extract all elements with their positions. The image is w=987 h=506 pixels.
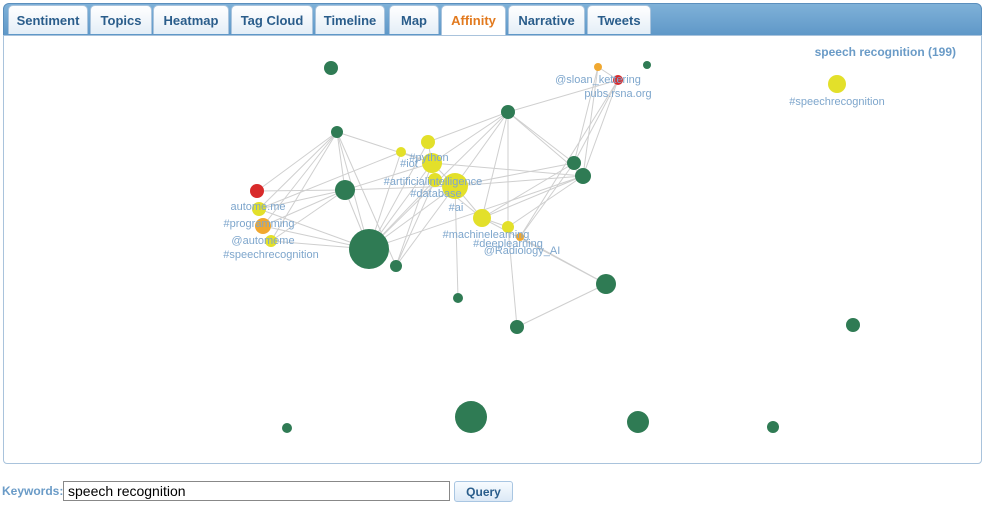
node-label: #iot: [400, 158, 418, 170]
tab-topics[interactable]: Topics: [90, 5, 152, 34]
node-label: #ai: [449, 202, 464, 214]
tab-tweets[interactable]: Tweets: [587, 5, 651, 34]
node-label: #programming: [224, 218, 295, 230]
keywords-label: Keywords:: [2, 484, 64, 498]
query-button[interactable]: Query: [454, 481, 513, 502]
graph-edge: [507, 111, 575, 164]
graph-node[interactable]: [627, 411, 649, 433]
tab-sentiment[interactable]: Sentiment: [8, 5, 88, 34]
graph-node[interactable]: [324, 61, 338, 75]
graph-title: speech recognition (199): [815, 45, 956, 59]
affinity-panel: @sloan_kettering pubs.rsna.org #speechreco…: [3, 35, 982, 464]
node-label: @Radiology_AI: [484, 245, 561, 257]
graph-node[interactable]: [349, 229, 389, 269]
node-label: #database: [410, 188, 461, 200]
graph-edge: [427, 111, 509, 143]
node-label: @automeme: [231, 235, 294, 247]
tab-affinity[interactable]: Affinity: [441, 5, 506, 35]
node-label: @sloan_kettering: [555, 74, 641, 86]
graph-edge: [258, 131, 338, 210]
graph-node[interactable]: [421, 135, 435, 149]
tab-tag-cloud[interactable]: Tag Cloud: [231, 5, 313, 34]
graph-edge: [454, 111, 509, 187]
tab-map[interactable]: Map: [389, 5, 439, 34]
graph-node[interactable]: [567, 156, 581, 170]
graph-node[interactable]: [767, 421, 779, 433]
graph-node[interactable]: [846, 318, 860, 332]
graph-node[interactable]: [643, 61, 651, 69]
tab-timeline[interactable]: Timeline: [315, 5, 385, 34]
node-label: autome.me: [230, 201, 285, 213]
graph-node[interactable]: [501, 105, 515, 119]
tab-narrative[interactable]: Narrative: [508, 5, 585, 34]
node-label: pubs.rsna.org: [584, 88, 651, 100]
keywords-input[interactable]: [63, 481, 450, 501]
tab-heatmap[interactable]: Heatmap: [153, 5, 229, 34]
graph-node[interactable]: [510, 320, 524, 334]
graph-edge: [507, 175, 584, 228]
graph-edge: [516, 283, 607, 328]
graph-edge: [481, 111, 509, 219]
graph-node[interactable]: [455, 401, 487, 433]
graph-edge: [270, 189, 346, 242]
node-label: #artificialintelligence: [384, 176, 482, 188]
graph-node[interactable]: [596, 274, 616, 294]
affinity-graph[interactable]: @sloan_kettering pubs.rsna.org #speechreco…: [4, 36, 981, 463]
graph-node[interactable]: [331, 126, 343, 138]
graph-node[interactable]: [473, 209, 491, 227]
graph-node[interactable]: [453, 293, 463, 303]
graph-node[interactable]: [335, 180, 355, 200]
graph-node[interactable]: [828, 75, 846, 93]
node-label: #speechrecognition: [789, 96, 884, 108]
node-label: #speechrecognition: [223, 249, 318, 261]
graph-node[interactable]: [282, 423, 292, 433]
graph-node[interactable]: [575, 168, 591, 184]
graph-node[interactable]: [250, 184, 264, 198]
graph-node[interactable]: [396, 147, 406, 157]
graph-edge: [256, 189, 346, 192]
graph-node[interactable]: [390, 260, 402, 272]
graph-node[interactable]: [594, 63, 602, 71]
